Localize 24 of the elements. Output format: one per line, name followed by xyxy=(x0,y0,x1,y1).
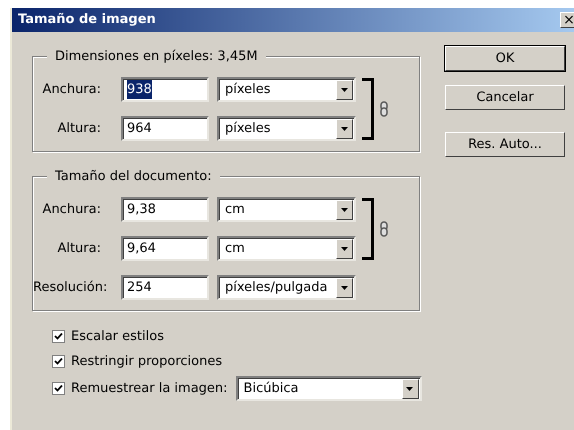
dropdown[interactable]: Bicúbica xyxy=(236,376,422,401)
dropdown[interactable]: píxeles xyxy=(217,77,356,102)
checkbox-label: Remuestrear la imagen: xyxy=(71,380,228,398)
number-field[interactable]: 938 xyxy=(121,77,209,102)
dropdown[interactable]: cm xyxy=(217,197,356,222)
dialog-button[interactable]: Res. Auto... xyxy=(445,132,565,157)
number-field[interactable]: 9,64 xyxy=(121,236,209,261)
close-button[interactable]: × xyxy=(560,12,574,28)
number-field[interactable]: 9,38 xyxy=(121,197,209,222)
dialog-button[interactable]: Cancelar xyxy=(445,85,565,110)
checkbox-label: Escalar estilos xyxy=(71,328,164,346)
field-label: Anchura: xyxy=(42,80,102,99)
dropdown[interactable]: píxeles xyxy=(217,116,356,141)
dropdown[interactable]: cm xyxy=(217,236,356,261)
dialog-button[interactable]: OK xyxy=(445,46,565,71)
field-label: Altura: xyxy=(56,120,102,138)
checkbox-label: Restringir proporciones xyxy=(71,352,222,370)
field-label: Resolución: xyxy=(33,278,108,297)
field-label: Altura: xyxy=(56,240,102,258)
number-field[interactable]: 964 xyxy=(121,116,209,141)
number-field[interactable]: 254 xyxy=(121,275,209,300)
field-label: Anchura: xyxy=(42,200,102,219)
window-title: Tamaño de imagen xyxy=(18,11,156,30)
dropdown[interactable]: píxeles/pulgada xyxy=(217,275,356,300)
